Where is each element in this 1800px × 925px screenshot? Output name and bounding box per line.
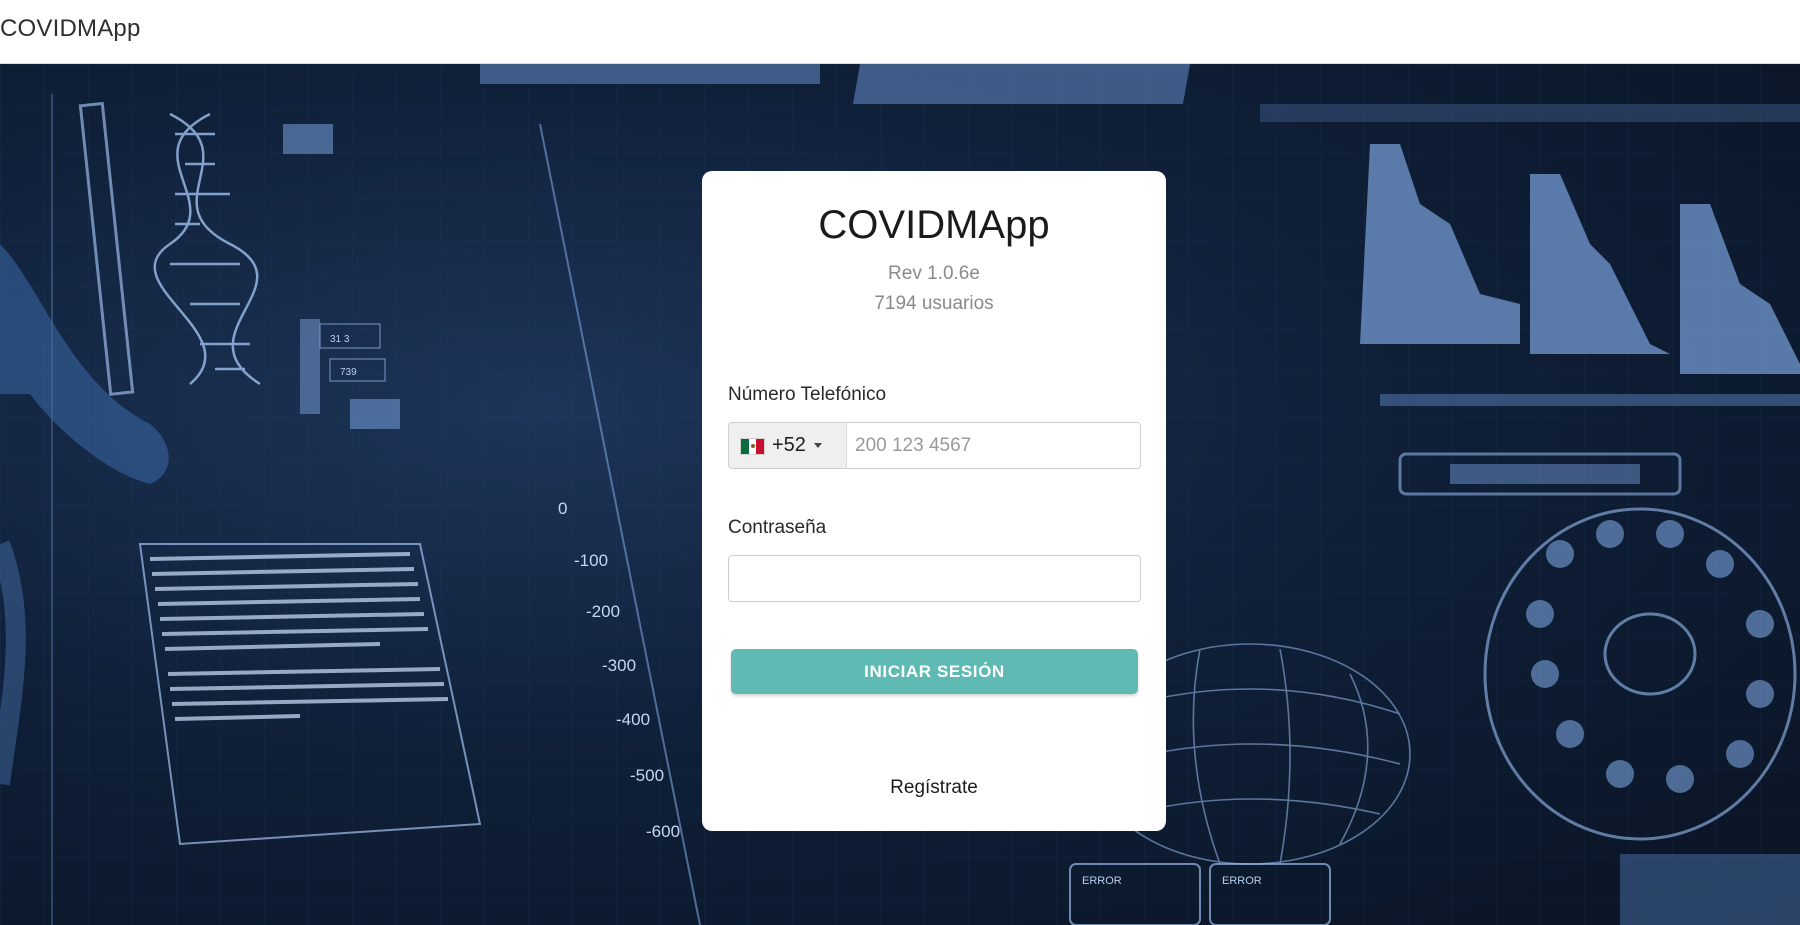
phone-input[interactable]: [847, 423, 1140, 468]
user-count: 7194 usuarios: [874, 293, 994, 314]
bg-scale-400: -400: [616, 710, 650, 729]
bg-error-label-2: ERROR: [1222, 875, 1262, 887]
register-link[interactable]: Regístrate: [702, 777, 1166, 799]
login-title: COVIDMApp: [818, 203, 1050, 247]
app-brand[interactable]: COVIDMApp: [0, 15, 141, 43]
mexico-flag-icon: [740, 438, 765, 455]
caret-down-icon: [814, 443, 822, 448]
bg-chip-1: 31 3: [330, 334, 350, 345]
dial-code: +52: [772, 434, 806, 456]
password-input[interactable]: [728, 555, 1141, 602]
phone-label: Número Telefónico: [728, 384, 887, 405]
version-label: Rev 1.0.6e: [888, 263, 980, 284]
login-button[interactable]: INICIAR SESIÓN: [731, 649, 1138, 694]
login-card: COVIDMApp Rev 1.0.6e 7194 usuarios Númer…: [702, 171, 1166, 831]
bg-scale-0: 0: [558, 499, 567, 518]
bg-scale-500: -500: [630, 766, 664, 785]
country-selector[interactable]: +52: [729, 423, 847, 468]
bg-scale-600: -600: [646, 822, 680, 841]
bg-scale-300: -300: [602, 656, 636, 675]
bg-scale-100: -100: [574, 551, 608, 570]
phone-field: +52: [728, 422, 1141, 469]
bg-chip-2: 739: [340, 367, 357, 378]
bg-error-label-1: ERROR: [1082, 875, 1122, 887]
password-label: Contraseña: [728, 517, 827, 538]
bg-scale-200: -200: [586, 602, 620, 621]
top-app-bar: COVIDMApp: [0, 0, 1800, 64]
